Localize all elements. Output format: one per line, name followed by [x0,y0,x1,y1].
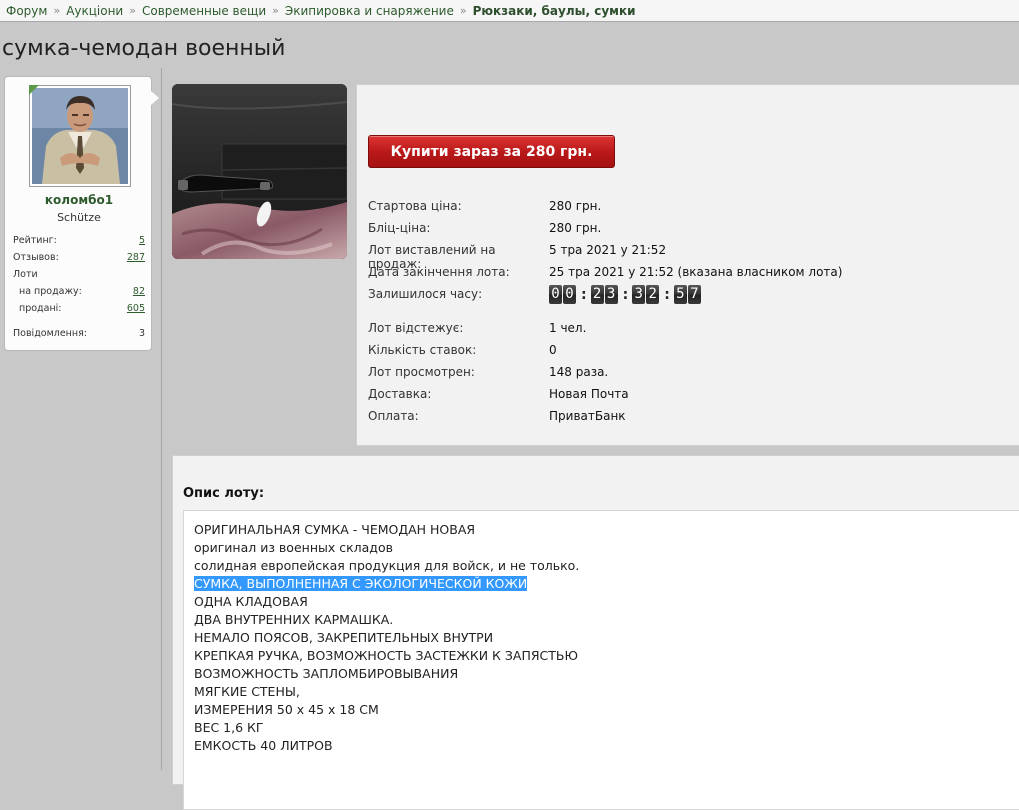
breadcrumb-forum[interactable]: Форум [6,4,47,18]
countdown-timer: 00 : 23 : 32 : 57 [549,285,702,304]
sold-link[interactable]: 605 [127,303,145,314]
watching-value: 1 чел. [549,321,587,335]
breadcrumb-separator: » [53,4,61,17]
stat-lots: Лоти [13,269,145,280]
countdown-digit: 0 [563,285,576,304]
breadcrumb-separator: » [129,4,136,17]
reviews-link[interactable]: 287 [127,252,145,263]
row-blitz-price: Бліц-ціна: 280 грн. [368,221,601,235]
countdown-digit: 2 [590,285,604,304]
stat-sold: продані: 605 [13,303,145,314]
page-title: сумка-чемодан военный [2,36,286,61]
countdown-digit: 5 [673,285,687,304]
row-label: Оплата: [368,409,419,423]
lot-photo[interactable] [172,84,347,259]
lot-info-panel: Купити зараз за 280 грн. Стартова ціна: … [356,84,1019,446]
row-start-price: Стартова ціна: 280 грн. [368,199,601,213]
stat-label: Рейтинг: [13,235,57,246]
countdown-digit: 0 [549,285,562,304]
lot-description-panel: Опис лоту: ОРИГИНАЛЬНАЯ СУМКА - ЧЕМОДАН … [172,455,1019,810]
description-line: оригинал из военных складов [194,540,393,555]
row-watching: Лот відстежує: 1 чел. [368,321,586,335]
countdown-digit: 3 [604,285,618,304]
countdown-digit: 2 [646,285,660,304]
payment-value: ПриватБанк [549,409,626,423]
online-flag-icon [29,85,39,95]
user-rank: Schütze [57,211,101,224]
row-time-left: Залишилося часу: 00 : 23 : 32 : 57 [368,285,702,304]
description-line: солидная европейская продукция для войск… [194,558,580,573]
stat-label: продані: [19,303,62,314]
countdown-separator: : [622,286,629,303]
row-label: Лот відстежує: [368,321,464,335]
row-label: Лот просмотрен: [368,365,475,379]
username-link[interactable]: коломбо1 [5,193,153,207]
description-title: Опис лоту: [183,486,265,501]
rating-link[interactable]: 5 [139,235,145,246]
description-line: КРЕПКАЯ РУЧКА, ВОЗМОЖНОСТЬ ЗАСТЕЖКИ К ЗА… [194,648,578,663]
avatar-image [32,88,128,184]
text-selection: СУМКА, ВЫПОЛНЕННАЯ С ЭКОЛОГИЧЕСКОЙ КОЖИ [194,576,528,591]
lot-photo-image [172,84,347,259]
avatar[interactable] [29,85,131,187]
row-label: Дата закінчення лота: [368,265,510,279]
bids-value: 0 [549,343,557,357]
description-line: НЕМАЛО ПОЯСОВ, ЗАКРЕПИТЕЛЬНЫХ ВНУТРИ [194,630,494,645]
row-bids: Кількість ставок: 0 [368,343,557,357]
description-line: МЯГКИЕ СТЕНЫ, [194,684,300,699]
delivery-value: Новая Почта [549,387,629,401]
stat-for-sale: на продажу: 82 [13,286,145,297]
countdown-separator: : [664,286,670,303]
left-column-divider [161,68,162,770]
stat-label: Повідомлення: [13,328,87,339]
row-payment: Оплата: ПриватБанк [368,409,626,423]
breadcrumb-separator: » [272,4,279,17]
views-value: 148 раза. [549,365,609,379]
row-label: Кількість ставок: [368,343,477,357]
breadcrumb-separator: » [459,4,467,17]
row-delivery: Доставка: Новая Почта [368,387,629,401]
blitz-price-value: 280 грн. [549,221,602,235]
row-views: Лот просмотрен: 148 раза. [368,365,608,379]
end-date-value: 25 тра 2021 у 21:52 (вказана власником л… [549,265,843,279]
row-label: Залишилося часу: [368,287,483,301]
breadcrumb-auctions[interactable]: Аукціони [66,4,123,18]
stat-reviews: Отзывов: 287 [13,252,145,263]
countdown-digit: 3 [632,285,646,304]
row-label: Бліц-ціна: [368,221,431,235]
row-label: Доставка: [368,387,432,401]
description-line: ВОЗМОЖНОСТЬ ЗАПЛОМБИРОВЫВАНИЯ [194,666,459,681]
messages-count: 3 [138,328,145,339]
stat-messages: Повідомлення: 3 [13,328,145,339]
for-sale-link[interactable]: 82 [133,286,145,297]
user-card: коломбо1 Schütze Рейтинг: 5 Отзывов: 287… [4,76,159,351]
start-price-value: 280 грн. [549,199,602,213]
description-line-selected: СУМКА, ВЫПОЛНЕННАЯ С ЭКОЛОГИЧЕСКОЙ КОЖИ [194,575,1019,593]
breadcrumb-current-backpacks[interactable]: Рюкзаки, баулы, сумки [473,4,636,18]
breadcrumb: Форум » Аукціони » Современные вещи » Эк… [0,0,1019,22]
stat-label: Отзывов: [13,252,59,263]
stat-label: Лоти [13,269,38,280]
description-line: ИЗМЕРЕНИЯ 50 х 45 х 18 СМ [194,702,379,717]
breadcrumb-equipment[interactable]: Экипировка и снаряжение [285,4,454,18]
stat-rating: Рейтинг: 5 [13,235,145,246]
description-line: ОДНА КЛАДОВАЯ [194,594,308,609]
countdown-separator: : [581,286,587,303]
breadcrumb-modern-items[interactable]: Современные вещи [142,4,266,18]
row-end-date: Дата закінчення лота: 25 тра 2021 у 21:5… [368,265,842,279]
description-line: ДВА ВНУТРЕННИХ КАРМАШКА. [194,612,394,627]
description-line: ЕМКОСТЬ 40 ЛИТРОВ [194,738,333,753]
row-label: Стартова ціна: [368,199,462,213]
description-text[interactable]: ОРИГИНАЛЬНАЯ СУМКА - ЧЕМОДАН НОВАЯ ориги… [183,510,1019,810]
buy-now-button[interactable]: Купити зараз за 280 грн. [368,135,615,168]
description-line: ОРИГИНАЛЬНАЯ СУМКА - ЧЕМОДАН НОВАЯ [194,522,476,537]
description-line: ВЕС 1,6 КГ [194,720,264,735]
stat-label: на продажу: [19,286,82,297]
countdown-digit: 7 [687,285,701,304]
